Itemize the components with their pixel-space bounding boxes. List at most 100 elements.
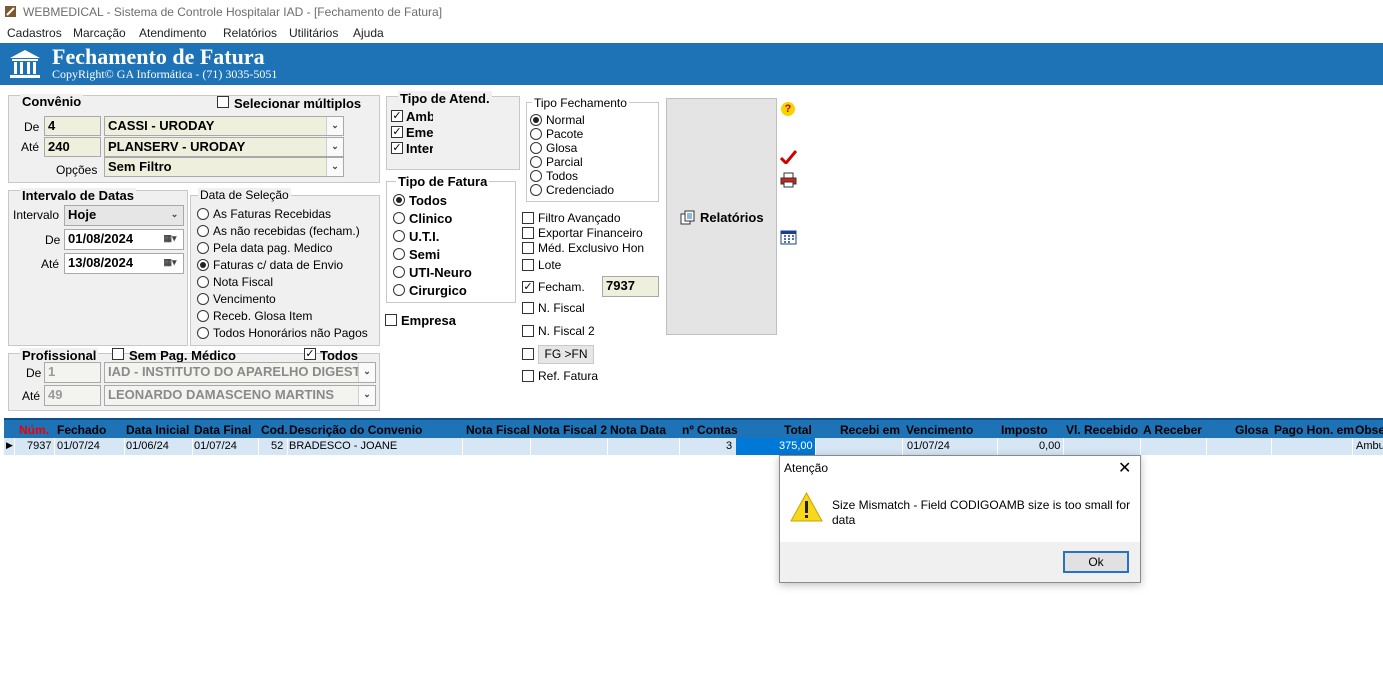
radio-data-pag-medico[interactable] [197, 242, 209, 254]
selecionar-multiplos-checkbox[interactable] [217, 96, 229, 108]
convenio-ate-code[interactable]: 240 [44, 137, 101, 157]
intervalo-ate-date[interactable]: 13/08/2024 ▦▾ [64, 253, 184, 274]
fecham-input[interactable]: 7937 [602, 276, 659, 297]
radio-receb-glosa[interactable] [197, 310, 209, 322]
col-cod[interactable]: Cod. [261, 423, 288, 437]
col-glosa[interactable]: Glosa [1235, 423, 1268, 437]
cell-num[interactable]: 7937 [27, 440, 51, 452]
emergencia-checkbox[interactable]: ✓ [391, 126, 403, 138]
cell-cod[interactable]: 52 [271, 440, 283, 452]
menu-marcacao[interactable]: Marcação [73, 26, 126, 40]
table-row[interactable]: ▶ 7937 01/07/24 01/06/24 01/07/24 52 BRA… [4, 438, 1383, 455]
cell-descricao[interactable]: BRADESCO - JOANE [289, 440, 397, 452]
calendar-dropdown-icon[interactable]: ▦▾ [157, 230, 183, 249]
radio-fech-pacote[interactable] [530, 128, 542, 140]
col-nota-fiscal-2[interactable]: Nota Fiscal 2 [533, 423, 607, 437]
convenio-de-combo[interactable]: CASSI - URODAY ⌄ [104, 116, 344, 136]
menu-relatorios[interactable]: Relatórios [223, 26, 277, 40]
radio-fech-glosa[interactable] [530, 142, 542, 154]
ok-button[interactable]: Ok [1063, 551, 1129, 573]
radio-fatura-cirurgico-label: Cirurgico [409, 283, 467, 298]
radio-fatura-clinico[interactable] [393, 212, 405, 224]
cell-data-inicial[interactable]: 01/06/24 [126, 440, 169, 452]
radio-nota-fiscal[interactable] [197, 276, 209, 288]
radio-fatura-semi[interactable] [393, 248, 405, 260]
calendar-icon[interactable] [780, 229, 797, 245]
radio-fech-todos[interactable] [530, 170, 542, 182]
empresa-checkbox[interactable] [385, 314, 397, 326]
cell-total[interactable]: 375,00 [779, 440, 813, 452]
fg-fn-checkbox[interactable] [522, 348, 534, 360]
med-exclusivo-checkbox[interactable] [522, 242, 534, 254]
convenio-ate-combo[interactable]: PLANSERV - URODAY ⌄ [104, 137, 344, 157]
exportar-financeiro-checkbox[interactable] [522, 227, 534, 239]
col-contas[interactable]: nº Contas [682, 423, 738, 437]
col-total[interactable]: Total [784, 423, 812, 437]
profissional-ate-code[interactable]: 49 [44, 385, 101, 406]
col-data-final[interactable]: Data Final [194, 423, 251, 437]
radio-data-envio[interactable] [197, 259, 209, 271]
radio-fatura-cirurgico[interactable] [393, 284, 405, 296]
cell-data-final[interactable]: 01/07/24 [194, 440, 237, 452]
ambulatorio-checkbox[interactable]: ✓ [391, 110, 403, 122]
filtro-avancado-checkbox[interactable] [522, 212, 534, 224]
col-recebi-em[interactable]: Recebi em [840, 423, 900, 437]
col-descricao[interactable]: Descrição do Convenio [289, 423, 422, 437]
n-fiscal-2-checkbox[interactable] [522, 325, 534, 337]
close-icon[interactable]: ✕ [1118, 458, 1131, 478]
col-data-inicial[interactable]: Data Inicial [126, 423, 189, 437]
grid-header: Núm. Fechado Data Inicial Data Final Cod… [4, 418, 1383, 438]
col-obse[interactable]: Obse [1355, 423, 1383, 437]
profissional-de-code[interactable]: 1 [44, 362, 101, 383]
col-pago-hon[interactable]: Pago Hon. em [1274, 423, 1354, 437]
internacao-checkbox[interactable]: ✓ [391, 142, 403, 154]
profissional-de-combo[interactable]: IAD - INSTITUTO DO APARELHO DIGEST ⌄ [104, 362, 376, 383]
col-nota-data[interactable]: Nota Data [610, 423, 666, 437]
checkmark-icon[interactable] [780, 150, 797, 164]
col-vencimento[interactable]: Vencimento [906, 423, 973, 437]
ref-fatura-checkbox[interactable] [522, 370, 534, 382]
intervalo-de-date[interactable]: 01/08/2024 ▦▾ [64, 229, 184, 250]
col-nota-fiscal[interactable]: Nota Fiscal [466, 423, 530, 437]
intervalo-combo[interactable]: Hoje ⌄ [64, 205, 184, 226]
col-a-receber[interactable]: A Receber [1143, 423, 1202, 437]
radio-data-pag-medico-label: Pela data pag. Medico [213, 241, 333, 255]
radio-faturas-recebidas[interactable] [197, 208, 209, 220]
cell-vencimento[interactable]: 01/07/24 [907, 440, 950, 452]
menu-cadastros[interactable]: Cadastros [7, 26, 62, 40]
n-fiscal-checkbox[interactable] [522, 302, 534, 314]
radio-honorarios-nao-pagos[interactable] [197, 327, 209, 339]
radio-fatura-uti[interactable] [393, 230, 405, 242]
profissional-ate-combo[interactable]: LEONARDO DAMASCENO MARTINS ⌄ [104, 385, 376, 406]
printer-icon[interactable] [780, 172, 797, 188]
radio-nao-recebidas[interactable] [197, 225, 209, 237]
cell-contas[interactable]: 3 [726, 440, 732, 452]
cell-fechado[interactable]: 01/07/24 [57, 440, 100, 452]
col-imposto[interactable]: Imposto [1001, 423, 1048, 437]
fecham-checkbox[interactable]: ✓ [522, 281, 534, 293]
opcoes-combo[interactable]: Sem Filtro ⌄ [104, 157, 344, 177]
relatorios-button[interactable]: Relatórios [666, 98, 777, 335]
cell-obse[interactable]: Ambu [1356, 440, 1383, 452]
radio-fech-credenciado[interactable] [530, 184, 542, 196]
col-fechado[interactable]: Fechado [57, 423, 106, 437]
menu-atendimento[interactable]: Atendimento [139, 26, 206, 40]
todos-profissional-checkbox[interactable]: ✓ [304, 348, 316, 360]
menu-utilitarios[interactable]: Utilitários [289, 26, 338, 40]
radio-fech-normal[interactable] [530, 114, 542, 126]
radio-fatura-todos[interactable] [393, 194, 405, 206]
radio-vencimento[interactable] [197, 293, 209, 305]
col-vl-recebido[interactable]: Vl. Recebido [1066, 423, 1138, 437]
radio-fatura-uti-neuro[interactable] [393, 266, 405, 278]
cell-imposto[interactable]: 0,00 [1039, 440, 1060, 452]
lote-checkbox[interactable] [522, 259, 534, 271]
fg-fn-button[interactable]: FG >FN [538, 345, 594, 364]
col-num[interactable]: Núm. [19, 423, 49, 437]
calendar-dropdown-icon[interactable]: ▦▾ [157, 254, 183, 273]
sem-pag-medico-checkbox[interactable] [112, 348, 124, 360]
radio-fech-parcial[interactable] [530, 156, 542, 168]
menu-ajuda[interactable]: Ajuda [353, 26, 384, 40]
radio-vencimento-label: Vencimento [213, 292, 276, 306]
convenio-de-code[interactable]: 4 [44, 116, 101, 136]
help-icon[interactable]: ? [781, 102, 795, 116]
